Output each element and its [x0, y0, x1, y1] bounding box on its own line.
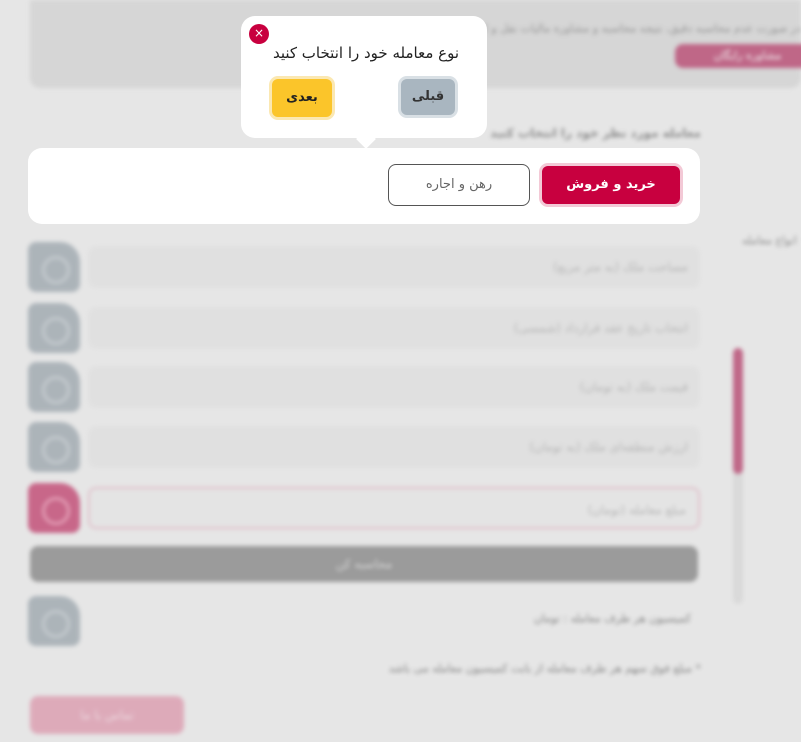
scrollbar[interactable] — [733, 348, 743, 604]
deal-amount-input[interactable]: مبلغ معامله (تومان) — [88, 487, 700, 529]
field-icon — [28, 242, 80, 292]
sidebar-title: انواع معامله — [742, 234, 797, 247]
banner-pill-button[interactable]: مشاوره رایگان — [675, 44, 801, 68]
deal-type-card: خرید و فروش رهن و اجاره — [28, 148, 700, 224]
value-icon — [28, 422, 80, 472]
regional-value-input[interactable]: ارزش منطقه‌ای ملک (به تومان) — [88, 426, 700, 468]
price-row: قیمت ملک (به تومان) — [28, 362, 700, 412]
buy-sell-button[interactable]: خرید و فروش — [542, 166, 680, 204]
area-input[interactable]: مساحت ملک (به متر مربع) — [88, 246, 700, 288]
price-icon — [28, 362, 80, 412]
regional-value-row: ارزش منطقه‌ای ملک (به تومان) — [28, 422, 700, 472]
rent-lease-button[interactable]: رهن و اجاره — [388, 164, 530, 206]
area-row: مساحت ملک (به متر مربع) — [28, 242, 700, 292]
previous-button[interactable]: قبلی — [401, 79, 455, 115]
money-icon — [28, 483, 80, 533]
calendar-icon — [28, 303, 80, 353]
price-input[interactable]: قیمت ملک (به تومان) — [88, 366, 700, 408]
calculate-button[interactable]: محاسبه کن — [30, 546, 698, 582]
result-label: کمیسیون هر طرف معامله : تومان — [533, 612, 691, 625]
date-input[interactable]: انتخاب تاریخ عقد قرارداد (شمسی) — [88, 307, 700, 349]
scrollbar-thumb[interactable] — [733, 348, 743, 474]
popover-title: نوع معامله خود را انتخاب کنید — [272, 44, 459, 62]
footnote: * مبلغ فوق سهم هر طرف معامله از بابت کمی… — [388, 662, 701, 675]
section-title: معامله مورد نظر خود را انتخاب کنید — [490, 126, 701, 140]
next-button[interactable]: بعدی — [272, 79, 332, 117]
contact-button[interactable]: تماس با ما — [30, 696, 184, 734]
close-icon[interactable]: × — [249, 24, 269, 44]
result-icon — [28, 596, 80, 646]
deal-amount-row: مبلغ معامله (تومان) — [28, 483, 700, 533]
tour-popover: × نوع معامله خود را انتخاب کنید بعدی قبل… — [241, 16, 487, 149]
date-row: انتخاب تاریخ عقد قرارداد (شمسی) — [28, 303, 700, 353]
